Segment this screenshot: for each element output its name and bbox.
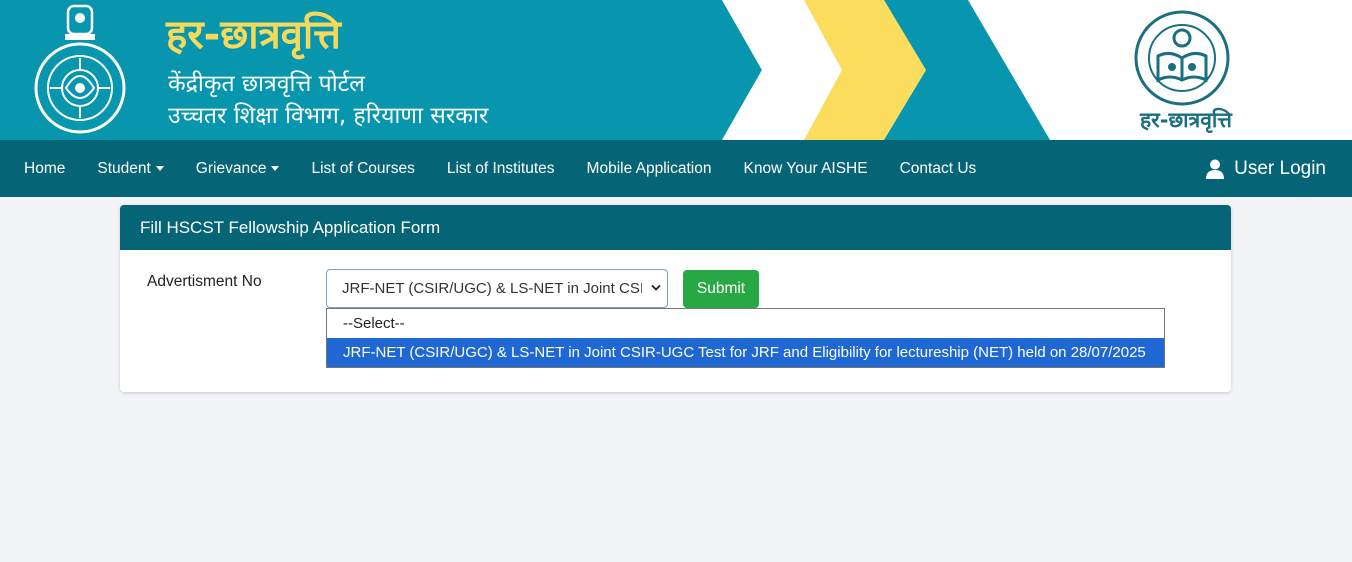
caret-down-icon [155, 166, 164, 171]
chevron-down-icon [651, 284, 661, 291]
nav-item-list-of-courses[interactable]: List of Courses [295, 160, 430, 178]
nav-item-label: Home [24, 159, 66, 177]
nav-item-grievance[interactable]: Grievance [180, 160, 296, 178]
main-navbar: Home Student Grievance List of Courses L… [0, 140, 1352, 197]
portal-title: हर-छात्रवृत्ति [166, 12, 341, 58]
nav-item-home[interactable]: Home [8, 160, 81, 178]
nav-item-student[interactable]: Student [81, 160, 179, 178]
nav-item-mobile-application[interactable]: Mobile Application [571, 160, 728, 178]
nav-item-label: Know Your AISHE [743, 159, 868, 177]
nav-menu: Home Student Grievance List of Courses L… [8, 140, 992, 197]
department-of-higher-education-logo-icon [1134, 10, 1230, 106]
select-current-value: JRF-NET (CSIR/UGC) & LS-NET in Joint CSI… [342, 280, 642, 297]
dhe-logo-name: हर-छात्रवृत्ति [1140, 108, 1232, 132]
nav-item-label: Contact Us [899, 159, 977, 177]
advertisment-no-label: Advertisment No [147, 273, 262, 290]
department-name: उच्चतर शिक्षा विभाग, हरियाणा सरकार [168, 103, 489, 129]
user-login-link[interactable]: User Login [1206, 140, 1326, 197]
nav-item-label: List of Institutes [446, 159, 555, 177]
nav-item-know-your-aishe[interactable]: Know Your AISHE [728, 160, 884, 178]
advertisment-no-select[interactable]: JRF-NET (CSIR/UGC) & LS-NET in Joint CSI… [326, 269, 668, 308]
select-option[interactable]: --Select-- [327, 309, 1164, 338]
nav-item-contact-us[interactable]: Contact Us [884, 160, 993, 178]
form-card-header: Fill HSCST Fellowship Application Form [120, 205, 1231, 250]
header-banner: हर-छात्रवृत्ति केंद्रीकृत छात्रवृत्ति पो… [0, 0, 1352, 140]
portal-subtitle: केंद्रीकृत छात्रवृत्ति पोर्टल [168, 71, 365, 97]
haryana-emblem-icon [34, 4, 126, 134]
user-icon [1206, 159, 1225, 179]
nav-item-label: Mobile Application [586, 159, 712, 177]
nav-item-label: Student [97, 159, 151, 177]
caret-down-icon [271, 166, 280, 171]
select-option-selected[interactable]: JRF-NET (CSIR/UGC) & LS-NET in Joint CSI… [327, 338, 1164, 367]
advertisment-no-options: --Select-- JRF-NET (CSIR/UGC) & LS-NET i… [326, 308, 1165, 368]
submit-button[interactable]: Submit [683, 270, 759, 308]
nav-item-label: List of Courses [311, 159, 415, 177]
nav-item-list-of-institutes[interactable]: List of Institutes [431, 160, 571, 178]
user-login-label: User Login [1234, 157, 1326, 179]
nav-item-label: Grievance [195, 159, 267, 177]
